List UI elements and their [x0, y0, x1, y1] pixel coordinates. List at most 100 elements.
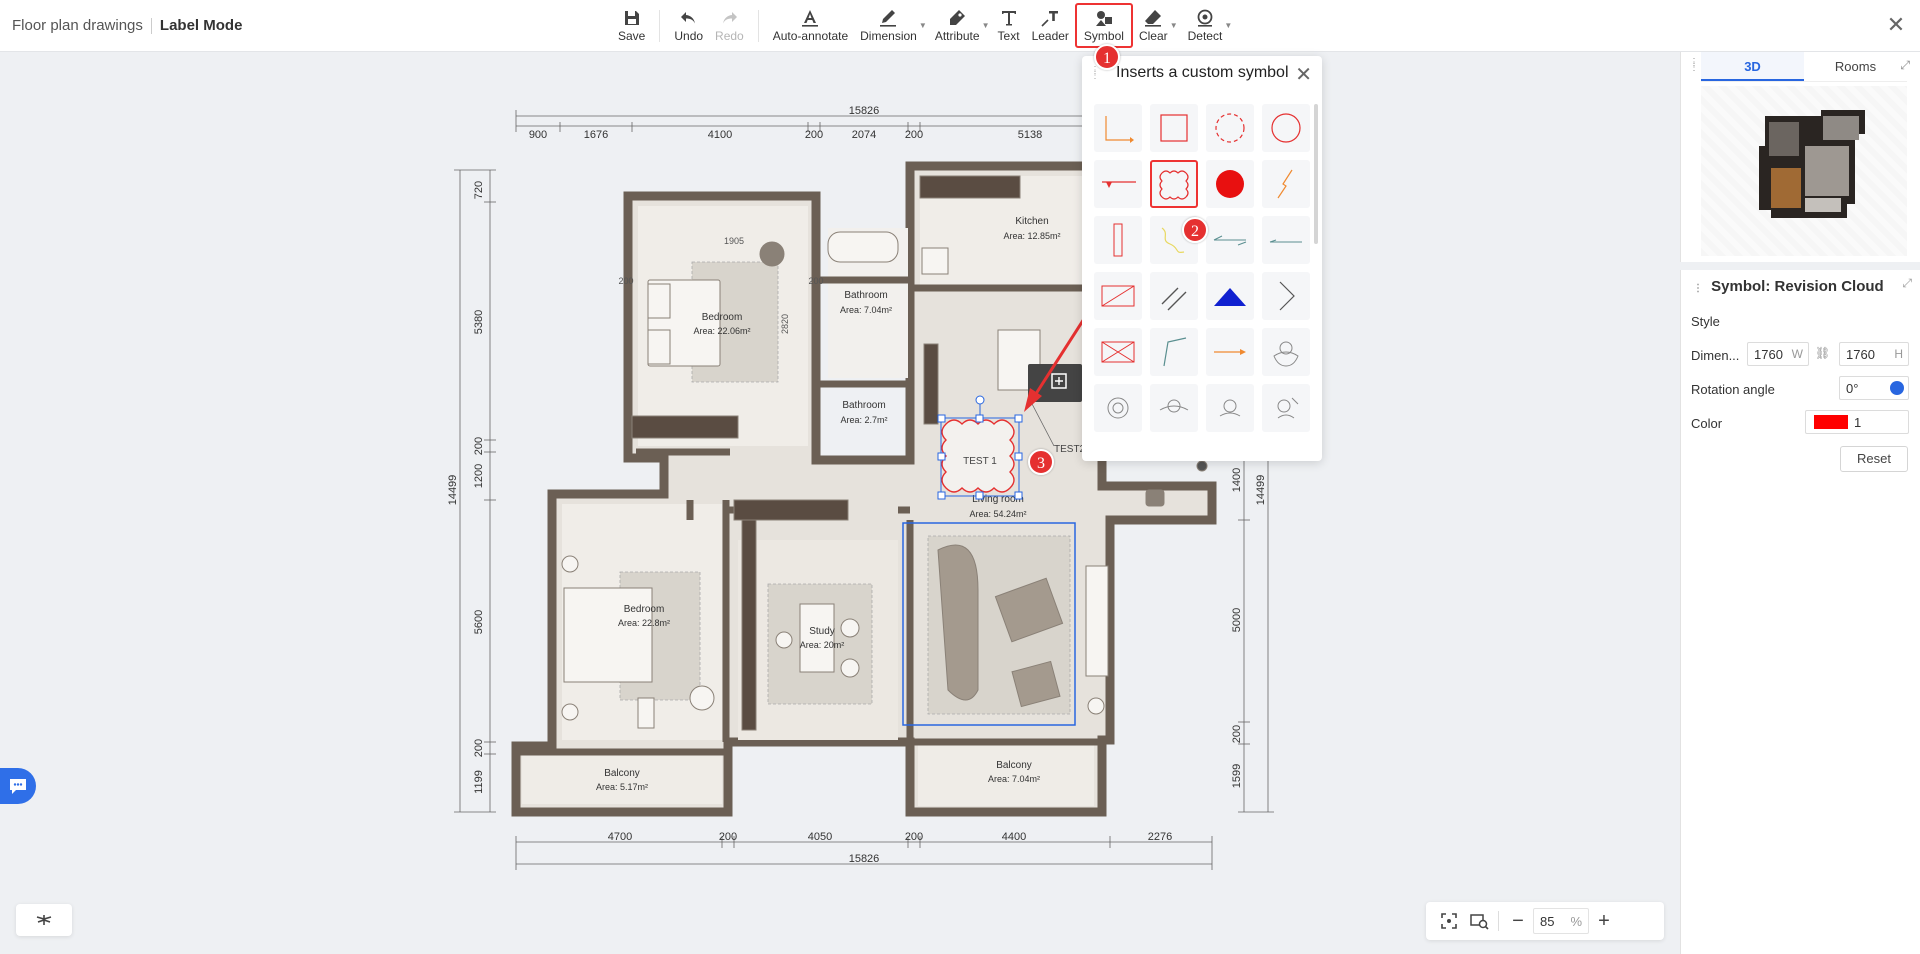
room-area: Area: 20m² [800, 640, 845, 650]
chat-button[interactable] [0, 768, 36, 804]
dragonfly-icon [36, 915, 52, 925]
symbol-grid [1094, 104, 1310, 432]
auto-annotate-button[interactable]: Auto-annotate [767, 6, 854, 48]
popup-scrollbar[interactable] [1314, 104, 1318, 244]
symbol-chevron[interactable] [1262, 272, 1310, 320]
chevron-down-icon[interactable]: ▼ [982, 21, 990, 30]
eraser-icon [1145, 10, 1162, 27]
symbol-person-top[interactable] [1094, 384, 1142, 432]
room-name: Bathroom [844, 290, 887, 301]
zoom-out-button[interactable]: − [1503, 906, 1533, 936]
height-unit: H [1894, 347, 1903, 361]
symbol-button[interactable]: Symbol [1074, 3, 1133, 48]
zoom-input[interactable]: 85 % [1533, 908, 1589, 934]
3d-preview[interactable] [1701, 86, 1907, 256]
symbol-corner-arrow[interactable] [1094, 104, 1142, 152]
redo-label: Redo [715, 29, 744, 43]
symbol-person[interactable] [1262, 328, 1310, 376]
dim-left: 720 [473, 181, 485, 199]
save-icon [624, 11, 639, 25]
breadcrumb-project[interactable]: Floor plan drawings [12, 17, 143, 34]
text-label: Text [997, 29, 1020, 43]
dim-left: 200 [473, 739, 485, 757]
text-button[interactable]: Text [992, 6, 1026, 48]
expand-icon[interactable]: ⤢ [1902, 276, 1912, 291]
detect-button[interactable]: Detect ▼ [1182, 6, 1232, 48]
redo-icon [723, 12, 738, 24]
zoom-in-button[interactable]: + [1589, 906, 1619, 936]
save-button[interactable]: Save [612, 6, 651, 48]
room-area: Area: 5.17m² [596, 782, 648, 792]
symbol-double-arrow[interactable] [1206, 216, 1254, 264]
symbol-revision-cloud[interactable] [1150, 160, 1198, 208]
link-icon[interactable]: ⛓ [1815, 346, 1830, 360]
close-icon[interactable]: ✕ [1884, 14, 1908, 38]
rotation-spinner-icon[interactable] [1890, 381, 1904, 395]
close-icon[interactable]: ✕ [1295, 62, 1312, 87]
leader-button[interactable]: Leader [1026, 6, 1075, 48]
symbol-line[interactable] [1262, 216, 1310, 264]
chat-icon [10, 779, 26, 794]
room-area: Area: 7.04m² [988, 774, 1040, 784]
redo-button[interactable]: Redo [709, 6, 750, 48]
floor-plan[interactable]: 15826 900 1676 4100 200 2074 200 5138 47… [0, 52, 1680, 954]
symbol-break-line[interactable] [1262, 160, 1310, 208]
svg-text:200: 200 [808, 276, 823, 286]
drag-handle-icon[interactable]: ⋮ ⋮ [1689, 58, 1699, 73]
symbol-diagonal-box[interactable] [1094, 272, 1142, 320]
dim-left: 1200 [473, 464, 485, 488]
step-marker-1: 1 [1094, 44, 1120, 70]
color-input[interactable]: 1 [1805, 410, 1909, 434]
tab-rooms[interactable]: Rooms [1804, 52, 1907, 81]
room-name: Study [809, 626, 835, 637]
chevron-down-icon[interactable]: ▼ [1224, 21, 1232, 30]
dim-top: 4100 [708, 129, 732, 141]
symbol-narrow-rect[interactable] [1094, 216, 1142, 264]
zoom-area-button[interactable] [1464, 906, 1494, 936]
symbol-double-slash[interactable] [1150, 272, 1198, 320]
height-input[interactable]: 1760 H [1839, 342, 1909, 366]
symbol-person-arms[interactable] [1150, 384, 1198, 432]
symbol-filled-circle[interactable] [1206, 160, 1254, 208]
auto-annotate-icon [802, 10, 819, 27]
symbol-person-walk[interactable] [1206, 384, 1254, 432]
drag-handle-icon[interactable]: ⋮ [1693, 283, 1703, 294]
undo-button[interactable]: Undo [668, 6, 709, 48]
symbol-dashed-circle[interactable] [1206, 104, 1254, 152]
dim-right: 1599 [1231, 764, 1243, 788]
clear-button[interactable]: Clear ▼ [1133, 6, 1178, 48]
drag-handle-icon[interactable]: ⋮ ⋮ [1090, 66, 1100, 82]
drawing-canvas[interactable]: 15826 900 1676 4100 200 2074 200 5138 47… [0, 52, 1680, 954]
symbol-circle[interactable] [1262, 104, 1310, 152]
chevron-down-icon[interactable]: ▼ [1170, 21, 1178, 30]
width-input[interactable]: 1760 W [1747, 342, 1809, 366]
test2-label: TEST2 [1054, 444, 1086, 455]
rotation-input[interactable]: 0° [1839, 376, 1909, 400]
symbol-triangle[interactable] [1206, 272, 1254, 320]
symbol-level-marker[interactable] [1094, 160, 1142, 208]
symbol-person-wave[interactable] [1262, 384, 1310, 432]
fit-screen-button[interactable] [1434, 906, 1464, 936]
dim-top-total: 15826 [849, 105, 880, 117]
color-swatch[interactable] [1814, 415, 1848, 429]
dim-bottom-total: 15826 [849, 853, 880, 865]
symbol-cross-box[interactable] [1094, 328, 1142, 376]
dimension-button[interactable]: Dimension ▼ [854, 6, 927, 48]
zoom-controls: − 85 % + [1426, 902, 1664, 940]
minus-icon: − [1512, 909, 1524, 932]
chevron-down-icon[interactable]: ▼ [919, 21, 927, 30]
attribute-label: Attribute [934, 29, 980, 43]
attribute-button[interactable]: Attribute ▼ [929, 6, 990, 48]
dim-top: 5138 [1018, 129, 1042, 141]
reset-button[interactable]: Reset [1840, 446, 1908, 472]
tab-3d[interactable]: 3D [1701, 52, 1804, 81]
color-label: Color [1691, 416, 1723, 431]
dim-left: 5380 [473, 310, 485, 334]
expand-icon[interactable]: ⤢ [1900, 58, 1910, 73]
symbol-rectangle[interactable] [1150, 104, 1198, 152]
dim-bottom: 200 [719, 831, 737, 843]
bottom-left-tool[interactable] [16, 904, 72, 936]
symbol-angle-line[interactable] [1150, 328, 1198, 376]
symbol-orange-arrow[interactable] [1206, 328, 1254, 376]
detect-icon [1197, 9, 1213, 27]
